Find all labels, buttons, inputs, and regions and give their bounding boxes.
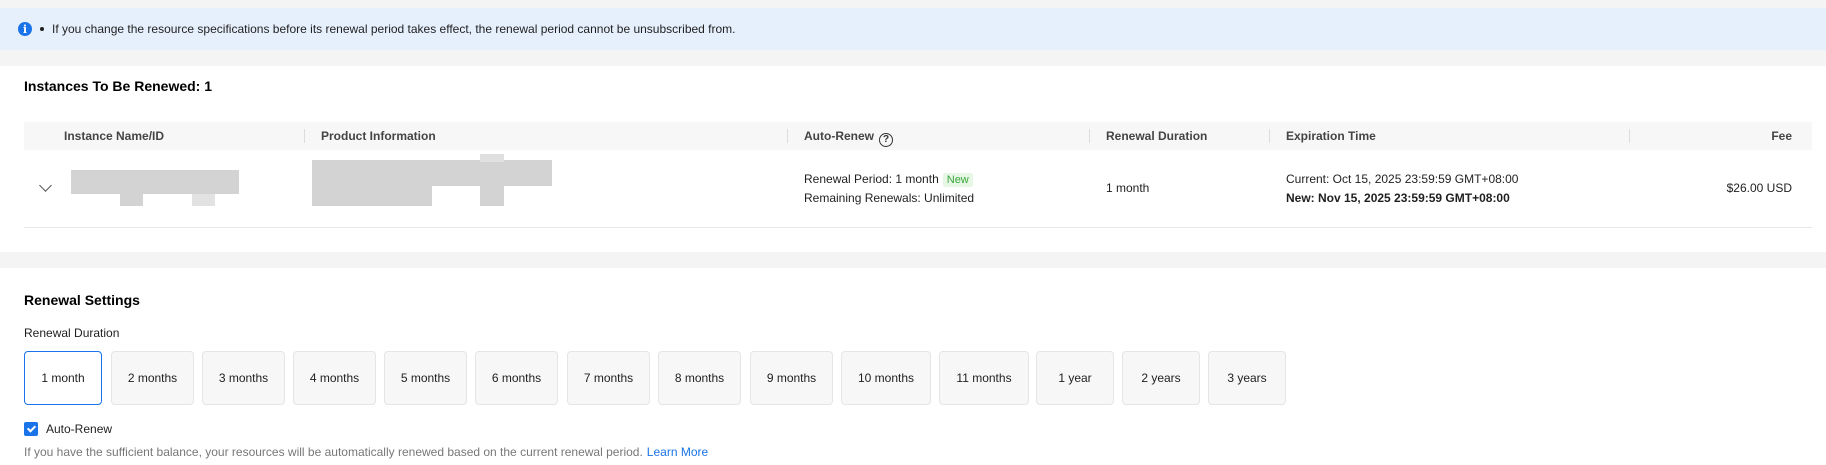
col-auto-renew: Auto-Renew? bbox=[804, 122, 893, 150]
instances-card: Instances To Be Renewed: 1 Instance Name… bbox=[0, 66, 1826, 252]
renewal-settings-card: Renewal Settings Renewal Duration 1 mont… bbox=[0, 268, 1826, 465]
renewal-duration-label: Renewal Duration bbox=[24, 326, 120, 340]
duration-option[interactable]: 1 month bbox=[24, 351, 102, 405]
col-separator bbox=[1629, 129, 1630, 143]
auto-renew-toggle[interactable]: Auto-Renew bbox=[24, 422, 112, 436]
duration-option[interactable]: 1 year bbox=[1036, 351, 1114, 405]
question-circle-icon[interactable]: ? bbox=[879, 133, 893, 147]
info-icon: i bbox=[18, 22, 32, 36]
table-header: Instance Name/ID Product Information Aut… bbox=[24, 122, 1812, 150]
col-fee: Fee bbox=[1771, 129, 1792, 143]
duration-option[interactable]: 2 years bbox=[1122, 351, 1200, 405]
bullet-dot bbox=[40, 27, 44, 31]
col-auto-renew-label: Auto-Renew bbox=[804, 129, 874, 143]
auto-renew-checkbox[interactable] bbox=[24, 422, 38, 436]
new-badge: New bbox=[942, 173, 973, 187]
col-separator bbox=[304, 129, 305, 143]
notice-bar: i If you change the resource specificati… bbox=[0, 8, 1826, 50]
duration-option[interactable]: 7 months bbox=[567, 351, 650, 405]
learn-more-link[interactable]: Learn More bbox=[647, 445, 708, 459]
col-separator bbox=[787, 129, 788, 143]
duration-option[interactable]: 8 months bbox=[658, 351, 741, 405]
auto-renew-note: If you have the sufficient balance, your… bbox=[24, 445, 708, 459]
duration-option[interactable]: 5 months bbox=[384, 351, 467, 405]
check-icon bbox=[26, 423, 36, 433]
row-renewal-duration: 1 month bbox=[1106, 181, 1150, 195]
duration-option[interactable]: 6 months bbox=[475, 351, 558, 405]
instances-title: Instances To Be Renewed: 1 bbox=[24, 78, 213, 94]
row-fee: $26.00 USD bbox=[1726, 181, 1792, 195]
renewal-period-text: Renewal Period: 1 month bbox=[804, 172, 939, 186]
col-separator bbox=[1269, 129, 1270, 143]
renewal-period: Renewal Period: 1 month New bbox=[804, 172, 973, 187]
chevron-down-icon[interactable] bbox=[39, 179, 52, 192]
notice-text: If you change the resource specification… bbox=[52, 22, 736, 36]
duration-option[interactable]: 3 months bbox=[202, 351, 285, 405]
duration-option[interactable]: 9 months bbox=[750, 351, 833, 405]
settings-title: Renewal Settings bbox=[24, 292, 140, 308]
col-instance-name: Instance Name/ID bbox=[64, 129, 165, 143]
col-separator bbox=[1089, 129, 1090, 143]
col-expiration-time: Expiration Time bbox=[1286, 129, 1376, 143]
auto-renew-label: Auto-Renew bbox=[46, 422, 113, 436]
new-expiration: New: Nov 15, 2025 23:59:59 GMT+08:00 bbox=[1286, 191, 1510, 205]
table-row: Renewal Period: 1 month New Remaining Ren… bbox=[24, 150, 1812, 228]
duration-option[interactable]: 4 months bbox=[293, 351, 376, 405]
current-expiration: Current: Oct 15, 2025 23:59:59 GMT+08:00 bbox=[1286, 172, 1519, 186]
col-renewal-duration: Renewal Duration bbox=[1106, 129, 1208, 143]
duration-option[interactable]: 11 months bbox=[939, 351, 1029, 405]
auto-renew-note-text: If you have the sufficient balance, your… bbox=[24, 445, 643, 459]
duration-option[interactable]: 3 years bbox=[1208, 351, 1286, 405]
remaining-renewals: Remaining Renewals: Unlimited bbox=[804, 191, 975, 205]
duration-option[interactable]: 2 months bbox=[111, 351, 194, 405]
duration-option[interactable]: 10 months bbox=[841, 351, 931, 405]
col-product-info: Product Information bbox=[321, 129, 436, 143]
